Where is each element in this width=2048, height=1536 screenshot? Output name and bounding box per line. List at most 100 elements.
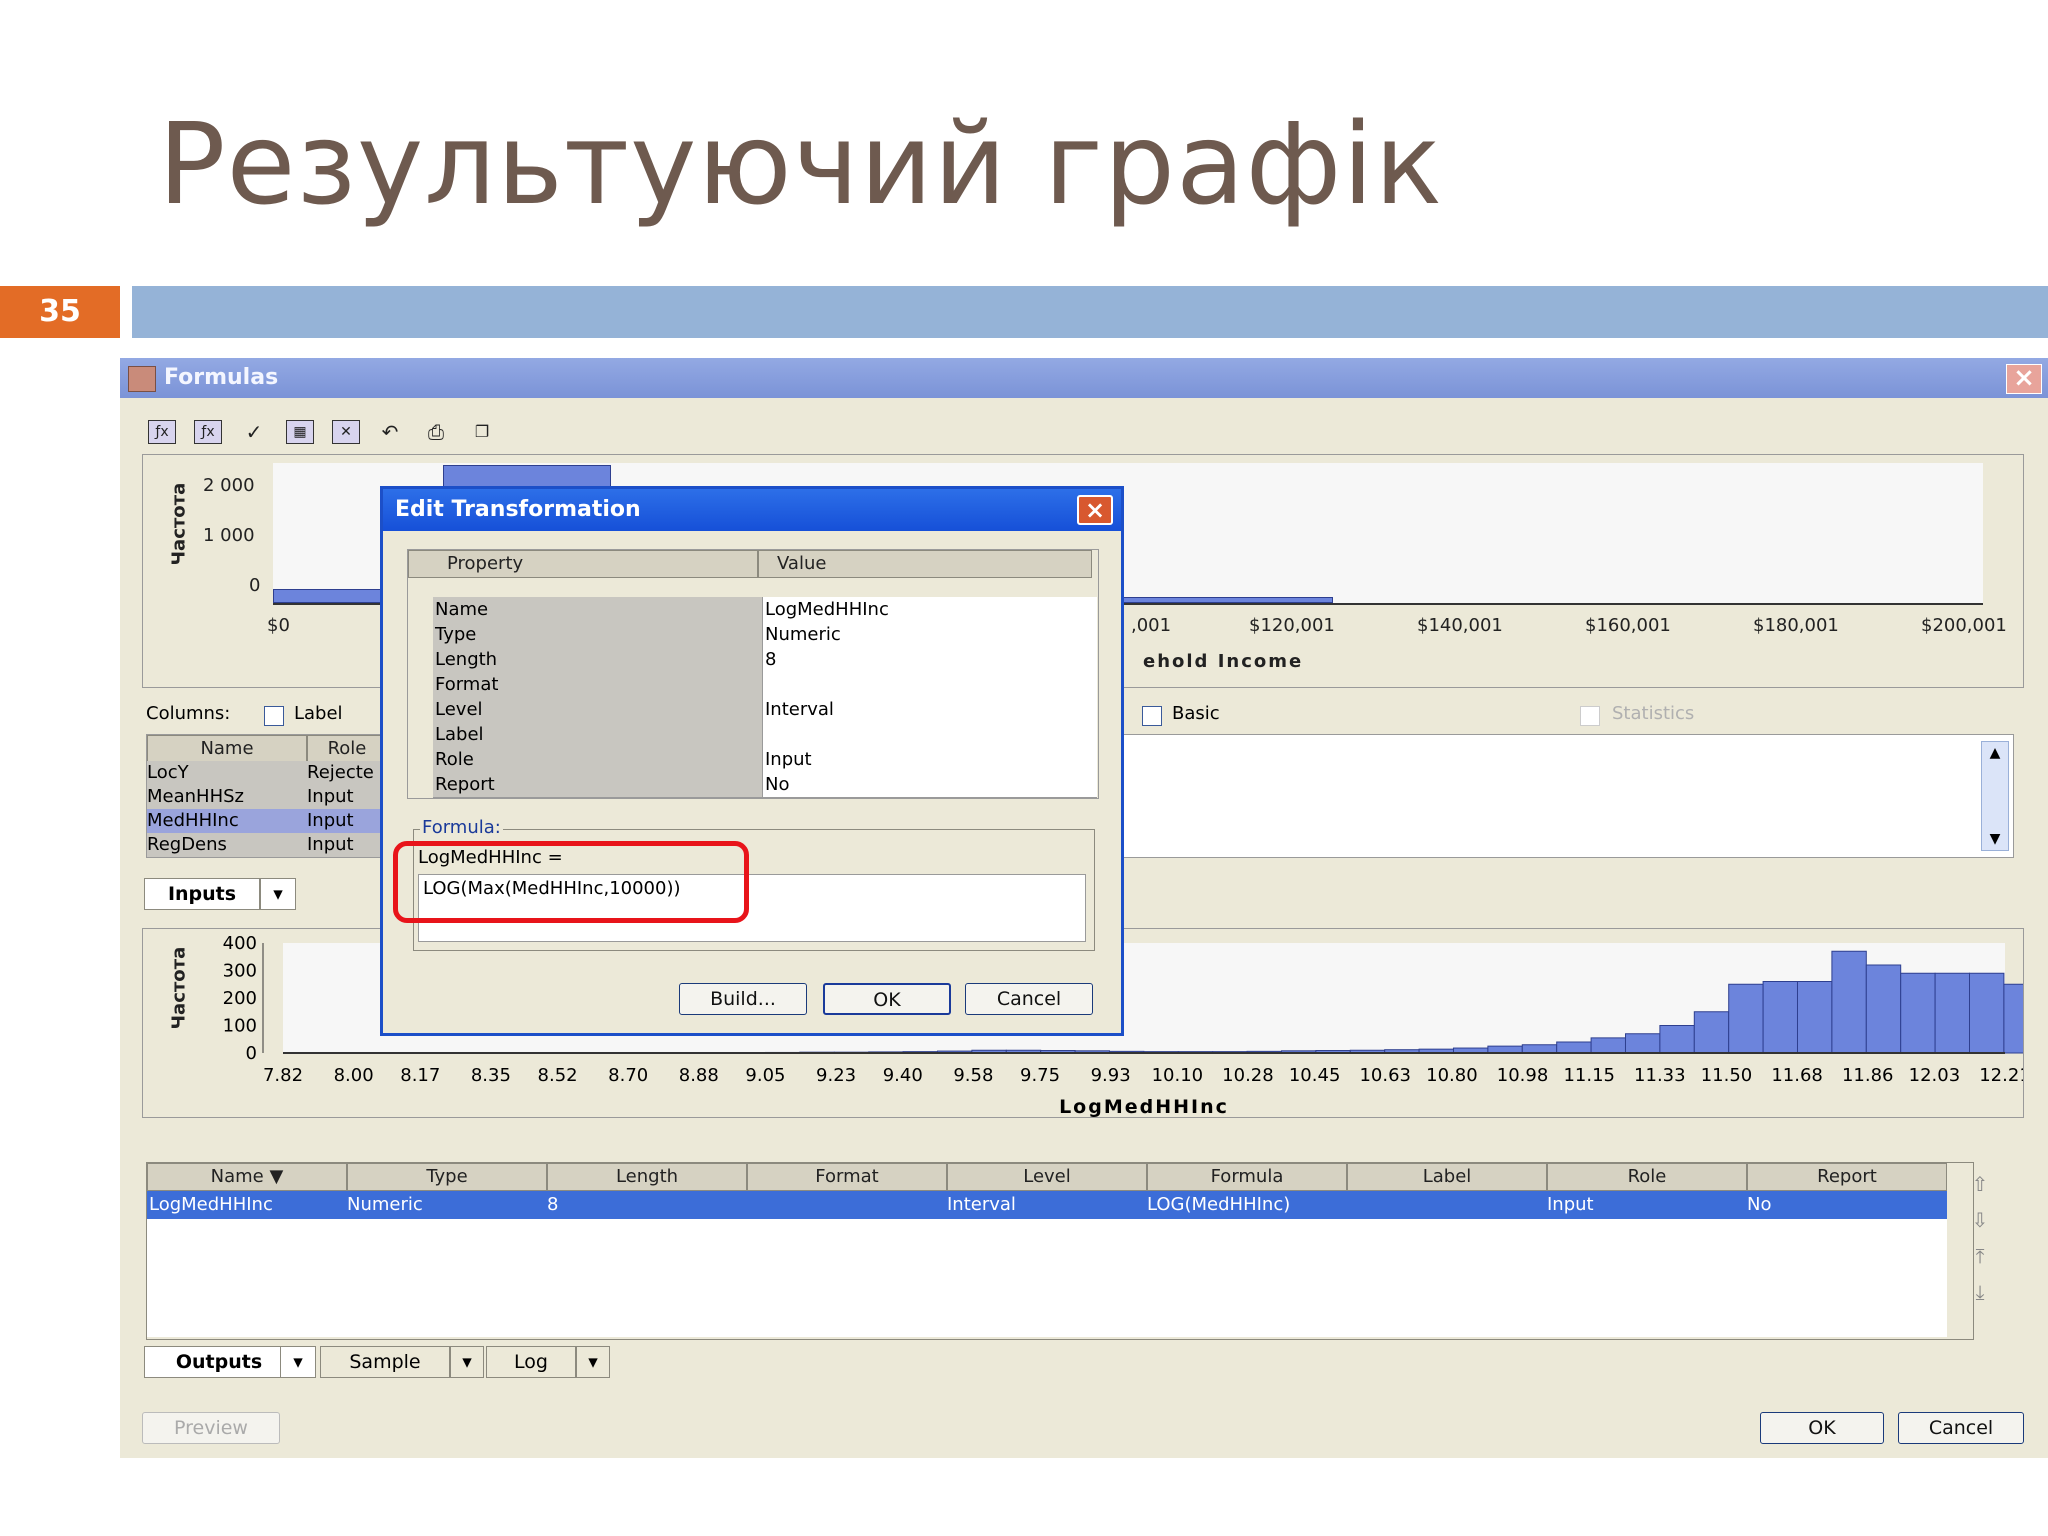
histogram-bar [1693,1011,1730,1054]
inputs-cell[interactable]: Input [307,785,387,809]
dialog-cancel-button[interactable]: Cancel [965,983,1093,1015]
property-value[interactable] [763,672,1097,697]
preview-button[interactable]: Preview [142,1412,280,1444]
property-value[interactable]: LogMedHHInc [763,597,1097,622]
value-header[interactable]: Value [758,550,1092,578]
inputs-header-role[interactable]: Role [307,735,387,763]
outputs-header-length[interactable]: Length [547,1163,747,1191]
outputs-header-formula[interactable]: Formula [1147,1163,1347,1191]
statistics-checkbox[interactable] [1580,706,1600,726]
inputs-cell-selected[interactable]: Input [307,809,387,833]
tab-sample[interactable]: Sample [320,1346,450,1378]
outputs-header-level[interactable]: Level [947,1163,1147,1191]
tab-outputs[interactable]: Outputs [144,1346,294,1378]
tab-log[interactable]: Log [486,1346,576,1378]
x-tick-label: $160,001 [1585,615,1671,636]
inputs-cell[interactable]: Rejecte [307,761,387,785]
toolbar-table-icon[interactable]: ▦ [286,420,314,444]
x-tick-label: 10.45 [1289,1065,1341,1086]
property-value[interactable]: 8 [763,647,1097,672]
property-name: Type [433,622,763,647]
move-down-icon[interactable]: ⇩ [1964,1206,1996,1234]
build-button[interactable]: Build... [679,983,807,1015]
outputs-header-type[interactable]: Type [347,1163,547,1191]
inputs-scrollbar[interactable]: ▲ ▼ [1981,741,2009,851]
outputs-header-report[interactable]: Report [1747,1163,1947,1191]
property-value[interactable]: No [763,772,1097,797]
inputs-cell-selected[interactable]: MedHHInc [147,809,307,833]
window-close-button[interactable]: × [2006,364,2042,394]
y-tick-label: 0 [249,575,261,596]
x-tick-label: 10.98 [1497,1065,1549,1086]
check-icon[interactable]: ✓ [238,418,270,446]
histogram-bar [1900,972,1936,1054]
x-tick-label: 9.40 [883,1065,923,1086]
inputs-cell[interactable]: RegDens [147,833,307,857]
log-tab-dropdown-icon[interactable]: ▾ [576,1346,610,1378]
outputs-header-format[interactable]: Format [747,1163,947,1191]
histogram-bar [1969,972,2005,1054]
x-tick-label: 9.58 [953,1065,993,1086]
inputs-tab-dropdown-icon[interactable]: ▾ [260,878,296,910]
outputs-table-body [147,1219,1947,1337]
property-value[interactable] [763,722,1097,747]
inputs-cell[interactable]: Input [307,833,387,857]
move-bottom-icon[interactable]: ⤓ [1964,1278,1996,1306]
formula-highlight [393,841,749,923]
y-tick-label: 300 [223,961,257,982]
dialog-ok-button[interactable]: OK [823,983,951,1015]
basic-checkbox-label: Basic [1172,703,1220,724]
property-row[interactable]: Type Numeric [433,622,1097,648]
y-tick-label: 2 000 [203,475,255,496]
undo-icon[interactable]: ↶ [374,418,406,446]
move-up-icon[interactable]: ⇧ [1964,1170,1996,1198]
property-row[interactable]: Name LogMedHHInc [433,597,1097,623]
toolbar-delete-icon[interactable]: ✕ [332,420,360,444]
sample-tab-dropdown-icon[interactable]: ▾ [450,1346,484,1378]
outputs-tab-dropdown-icon[interactable]: ▾ [280,1346,316,1378]
inputs-cell[interactable]: LocY [147,761,307,785]
move-top-icon[interactable]: ⤒ [1964,1242,1996,1270]
tab-inputs[interactable]: Inputs [144,878,260,910]
basic-checkbox[interactable] [1142,706,1162,726]
window-title: Formulas [164,365,279,390]
inputs-cell[interactable]: MeanHHSz [147,785,307,809]
dialog-close-button[interactable]: × [1077,495,1113,525]
print-icon[interactable]: ⎙ [420,418,452,446]
x-tick-label: 11.68 [1771,1065,1823,1086]
outputs-header-label[interactable]: Label [1347,1163,1547,1191]
x-tick-label: $0 [267,615,290,636]
property-row[interactable]: Report No [433,772,1097,798]
histogram-bar [1796,981,1833,1054]
property-row[interactable]: Format [433,672,1097,698]
property-value[interactable]: Numeric [763,622,1097,647]
y-tick-label: 0 [246,1043,257,1064]
outputs-header-name[interactable]: Name ▼ [147,1163,347,1191]
dialog-title: Edit Transformation [395,497,641,522]
outputs-row-selected[interactable]: LogMedHHInc Numeric 8 Interval LOG(MedHH… [147,1191,1947,1219]
label-checkbox[interactable] [264,706,284,726]
x-tick-label: 9.23 [816,1065,856,1086]
toolbar-formula-icon[interactable]: ƒx [148,420,176,444]
property-row[interactable]: Label [433,722,1097,748]
property-row[interactable]: Role Input [433,747,1097,773]
scroll-up-icon[interactable]: ▲ [1984,744,2006,762]
scroll-down-icon[interactable]: ▼ [1984,830,2006,848]
x-tick-label: 8.35 [471,1065,511,1086]
inputs-header-name[interactable]: Name [147,735,307,763]
property-value[interactable]: Interval [763,697,1097,722]
property-row[interactable]: Length 8 [433,647,1097,673]
property-value[interactable]: Input [763,747,1097,772]
property-header[interactable]: Property [408,550,758,578]
property-row[interactable]: Level Interval [433,697,1097,723]
top-chart-ylabel: Частота [168,482,190,566]
outputs-cell: No [1747,1194,1772,1215]
toolbar-edit-formula-icon[interactable]: ƒx [194,420,222,444]
ok-button[interactable]: OK [1760,1412,1884,1444]
x-tick-label: ,001 [1131,615,1172,636]
copy-icon[interactable]: ❐ [466,418,498,446]
outputs-header-role[interactable]: Role [1547,1163,1747,1191]
cancel-button[interactable]: Cancel [1898,1412,2024,1444]
outputs-cell: LOG(MedHHInc) [1147,1194,1291,1215]
property-name: Length [433,647,763,672]
